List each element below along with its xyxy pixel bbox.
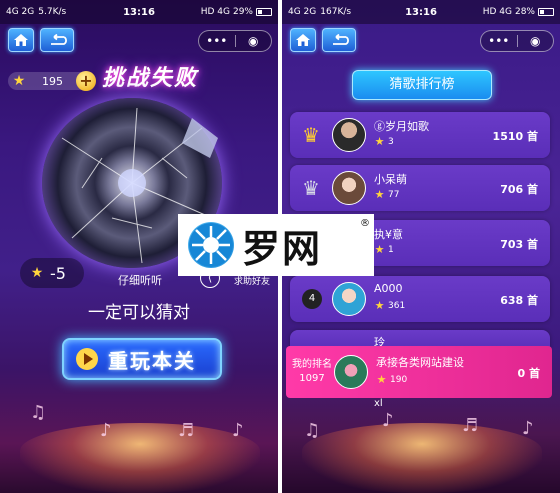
star-icon: ★ <box>374 188 385 201</box>
listen-hint: 仔细听听 <box>118 274 162 287</box>
player-stars: ★ 1 <box>374 244 394 255</box>
more-button[interactable]: ••• <box>481 34 517 48</box>
player-score: 703 首 <box>500 238 538 251</box>
status-bar: 4G 2G 167K/s 13:16 HD 4G 28% <box>282 0 560 24</box>
mini-program-capsule: ••• ◉ <box>480 30 554 52</box>
coin-count: 195 <box>42 74 63 88</box>
player-name: 承接各类网站建设 <box>376 356 464 369</box>
music-note-icon: ♪ <box>382 410 394 431</box>
stage-light <box>20 423 260 493</box>
player-score: 1510 首 <box>492 130 538 143</box>
player-stars: ★ 361 <box>374 299 406 312</box>
nav-bar: ••• ◉ <box>0 26 278 56</box>
back-button[interactable] <box>322 28 356 52</box>
registered-mark: ® <box>360 218 370 229</box>
avatar <box>332 171 366 205</box>
player-name: ⓖ岁月如歌 <box>374 120 429 133</box>
leaderboard-title: 猜歌排行榜 <box>352 70 492 100</box>
coin-balance: ★ 195 + <box>8 71 96 91</box>
my-rank-title: 我的排名 <box>292 359 332 370</box>
close-button[interactable]: ◉ <box>236 34 272 48</box>
player-stars: ★ 3 <box>374 136 394 147</box>
star-icon: ★ <box>376 373 387 386</box>
home-button[interactable] <box>8 28 34 52</box>
nav-bar: ••• ◉ <box>282 26 560 56</box>
clock: 13:16 <box>123 6 155 18</box>
play-icon <box>76 348 98 370</box>
spider-logo-icon <box>188 222 234 268</box>
watermark-logo: 罗网 ® <box>178 214 374 276</box>
player-stars: ★ 190 <box>376 373 408 386</box>
battery-icon <box>538 8 554 16</box>
close-button[interactable]: ◉ <box>518 34 554 48</box>
music-note-icon: ♬ <box>178 420 195 441</box>
star-icon: ★ <box>30 265 44 281</box>
leaderboard-row[interactable]: 4 A000 ★ 361 638 首 <box>290 276 550 322</box>
back-button[interactable] <box>40 28 74 52</box>
star-icon: ★ <box>374 243 385 256</box>
avatar <box>332 118 366 152</box>
music-note-icon: ♫ <box>30 402 47 423</box>
player-stars: ★ 77 <box>374 188 400 201</box>
penalty-badge: ★ -5 <box>20 258 84 288</box>
music-note-icon: ♪ <box>232 420 244 441</box>
home-button[interactable] <box>290 28 316 52</box>
leaderboard-row[interactable]: ♛ 小呆萌 ★ 77 706 首 <box>290 165 550 211</box>
star-icon: ★ <box>12 73 26 89</box>
home-icon <box>14 34 28 46</box>
star-count: 77 <box>388 189 400 200</box>
player-score: 0 首 <box>517 367 540 380</box>
my-rank-row[interactable]: 我的排名 1097 承接各类网站建设 ★ 190 0 首 <box>286 346 552 398</box>
battery-icon <box>256 8 272 16</box>
star-count: 3 <box>388 136 394 147</box>
star-count: 361 <box>388 300 406 311</box>
player-name: 小呆萌 <box>374 173 407 186</box>
avatar <box>332 282 366 316</box>
more-button[interactable]: ••• <box>199 34 235 48</box>
music-note-icon: ♫ <box>304 420 321 441</box>
stage-light <box>302 423 542 493</box>
player-name: A000 <box>374 282 403 295</box>
star-count: 1 <box>388 244 394 255</box>
status-bar: 4G 2G 5.7K/s 13:16 HD 4G 29% <box>0 0 278 24</box>
avatar <box>334 355 368 389</box>
gold-crown-icon: ♛ <box>302 123 320 147</box>
leaderboard-row[interactable]: ♛ ⓖ岁月如歌 ★ 3 1510 首 <box>290 112 550 158</box>
back-arrow-icon <box>333 34 349 45</box>
back-arrow-icon <box>51 34 67 45</box>
my-rank-label: 我的排名 1097 <box>292 358 332 386</box>
music-note-icon: ♬ <box>462 415 479 436</box>
encourage-text: 一定可以猜对 <box>88 303 190 323</box>
replay-label: 重玩本关 <box>108 348 196 373</box>
fail-title: 挑战失败 <box>101 66 198 91</box>
star-icon: ★ <box>374 135 385 148</box>
star-icon: ★ <box>374 299 385 312</box>
mini-program-capsule: ••• ◉ <box>198 30 272 52</box>
watermark-text: 罗网 <box>242 226 323 271</box>
replay-button[interactable]: 重玩本关 <box>62 338 222 380</box>
silver-crown-icon: ♛ <box>302 176 320 200</box>
music-note-icon: ♪ <box>522 418 534 439</box>
player-name: 执¥意 <box>374 228 403 241</box>
penalty-value: -5 <box>50 263 66 283</box>
player-score: 706 首 <box>500 183 538 196</box>
home-icon <box>296 34 310 46</box>
star-count: 190 <box>390 374 408 385</box>
partial-row-text: xl <box>374 398 383 409</box>
my-rank-number: 1097 <box>299 373 325 384</box>
music-note-icon: ♪ <box>100 420 112 441</box>
clock: 13:16 <box>405 6 437 18</box>
rank-number: 4 <box>302 289 322 309</box>
player-score: 638 首 <box>500 294 538 307</box>
